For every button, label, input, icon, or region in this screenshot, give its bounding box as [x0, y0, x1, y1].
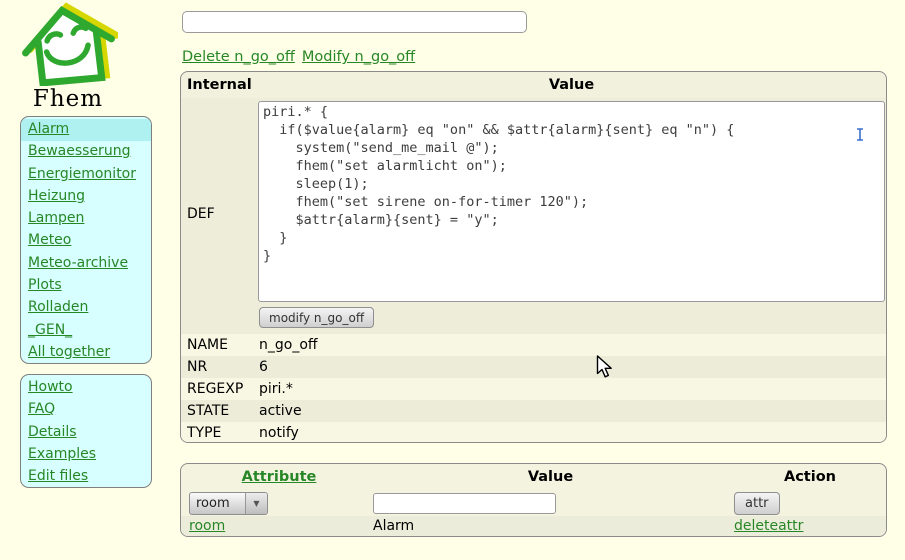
- sidebar-item-heizung[interactable]: Heizung: [21, 186, 151, 208]
- device-action-links: Delete n_go_off Modify n_go_off: [182, 49, 422, 65]
- sidebar-item-alarm[interactable]: Alarm: [21, 119, 151, 141]
- sidebar-item-meteo-archive[interactable]: Meteo-archive: [21, 253, 151, 275]
- sidebar-item-all-together[interactable]: All together: [21, 342, 151, 364]
- row-label: TYPE: [187, 422, 221, 443]
- sidebar-item-howto[interactable]: Howto: [21, 377, 151, 399]
- attribute-value: Alarm: [373, 516, 414, 537]
- attr-button[interactable]: attr: [734, 492, 780, 515]
- row-value: active: [259, 400, 302, 422]
- attribute-select[interactable]: room ▼: [189, 492, 268, 515]
- def-label: DEF: [187, 206, 215, 222]
- attribute-header-link[interactable]: Attribute: [242, 469, 317, 485]
- row-label: NAME: [187, 334, 228, 356]
- modify-def-button[interactable]: modify n_go_off: [259, 307, 374, 328]
- sidebar-item-meteo[interactable]: Meteo: [21, 230, 151, 252]
- sidebar-item-rolladen[interactable]: Rolladen: [21, 297, 151, 319]
- sidebar-item-energiemonitor[interactable]: Energiemonitor: [21, 164, 151, 186]
- def-editor[interactable]: piri.* { if($value{alarm} eq "on" && $at…: [258, 101, 885, 302]
- attribute-table: Attribute Value Action room ▼ attr room …: [180, 463, 887, 537]
- def-row: DEF piri.* { if($value{alarm} eq "on" &&…: [181, 98, 886, 334]
- text-caret-icon: [856, 128, 864, 141]
- attribute-select-value: room: [190, 496, 245, 511]
- room-menu: Alarm Bewaesserung Energiemonitor Heizun…: [20, 116, 152, 364]
- dropdown-arrow-icon: ▼: [245, 493, 267, 514]
- table-row-regexp: REGEXP piri.*: [181, 378, 886, 400]
- modify-device-link[interactable]: Modify n_go_off: [302, 49, 415, 65]
- value-column-header: Value: [373, 469, 728, 485]
- sidebar-item-examples[interactable]: Examples: [21, 444, 151, 466]
- sidebar-item-plots[interactable]: Plots: [21, 275, 151, 297]
- row-label: STATE: [187, 400, 229, 422]
- table-row-type: TYPE notify: [181, 422, 886, 443]
- row-value: 6: [259, 356, 268, 378]
- attribute-name-link[interactable]: room: [189, 516, 225, 537]
- sidebar-item-lampen[interactable]: Lampen: [21, 208, 151, 230]
- value-column-header: Value: [259, 77, 884, 93]
- sidebar-item-edit-files[interactable]: Edit files: [21, 466, 151, 488]
- attribute-value-input[interactable]: [373, 493, 556, 514]
- sidebar-item-gen[interactable]: _GEN_: [21, 320, 151, 342]
- table-row-name: NAME n_go_off: [181, 334, 886, 356]
- attribute-row: room Alarm deleteattr: [181, 516, 886, 537]
- attribute-column-header: Attribute: [189, 469, 369, 485]
- table-row-state: STATE active: [181, 400, 886, 422]
- row-value: notify: [259, 422, 299, 443]
- command-input[interactable]: [182, 11, 527, 33]
- sidebar-item-bewaesserung[interactable]: Bewaesserung: [21, 141, 151, 163]
- sidebar-item-details[interactable]: Details: [21, 422, 151, 444]
- deleteattr-link[interactable]: deleteattr: [734, 516, 803, 537]
- row-value: piri.*: [259, 378, 293, 400]
- row-label: NR: [187, 356, 207, 378]
- fhem-logo[interactable]: Fhem: [16, 2, 120, 112]
- row-label: REGEXP: [187, 378, 243, 400]
- row-value: n_go_off: [259, 334, 318, 356]
- help-menu: Howto FAQ Details Examples Edit files: [20, 374, 152, 488]
- delete-device-link[interactable]: Delete n_go_off: [182, 49, 295, 65]
- table-row-nr: NR 6: [181, 356, 886, 378]
- fhem-logo-text: Fhem: [16, 86, 120, 112]
- fhem-house-icon: [18, 2, 118, 86]
- device-detail-table: Internal Value DEF piri.* { if($value{al…: [180, 71, 887, 443]
- sidebar-item-faq[interactable]: FAQ: [21, 399, 151, 421]
- action-column-header: Action: [734, 469, 886, 485]
- internal-column-header: Internal: [187, 77, 252, 93]
